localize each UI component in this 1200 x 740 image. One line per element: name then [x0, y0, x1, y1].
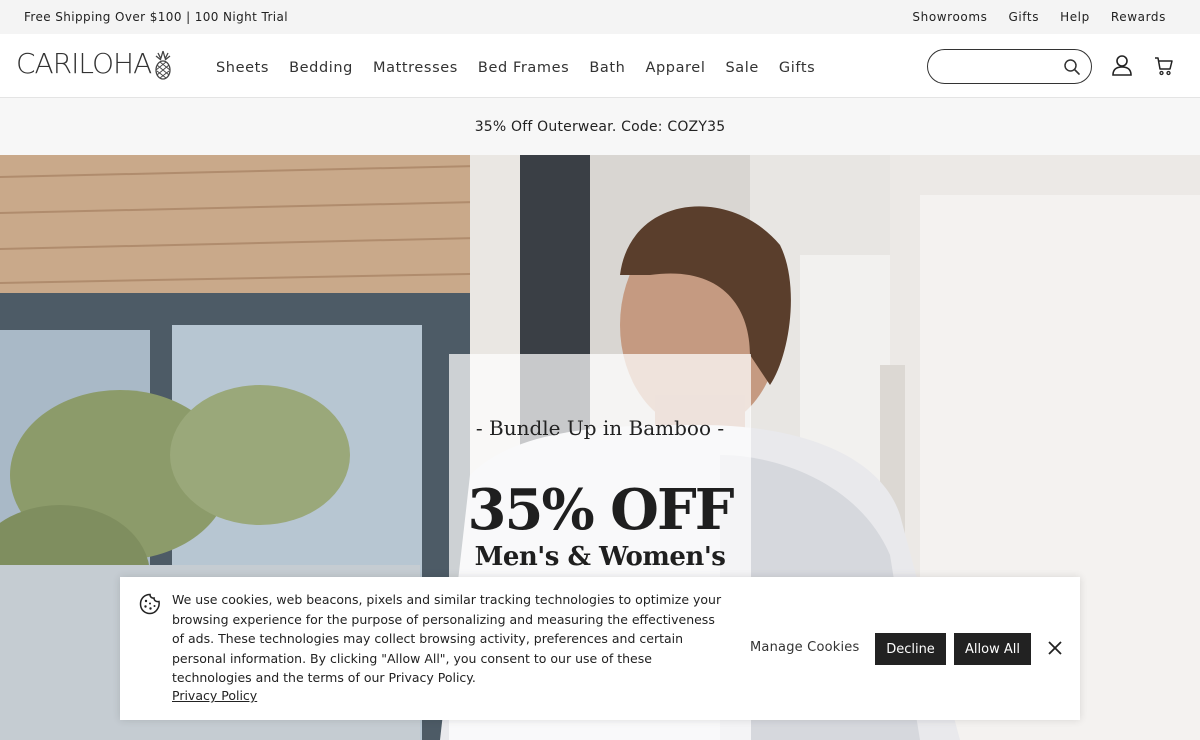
search-box — [927, 49, 1092, 84]
cookie-icon — [139, 593, 160, 615]
pineapple-icon — [155, 50, 171, 80]
nav-mattresses[interactable]: Mattresses — [373, 60, 458, 76]
cookie-message: We use cookies, web beacons, pixels and … — [172, 592, 722, 686]
nav-gifts[interactable]: Gifts — [779, 60, 815, 76]
utility-link-rewards[interactable]: Rewards — [1111, 10, 1166, 24]
nav-bedding[interactable]: Bedding — [289, 60, 353, 76]
close-icon[interactable] — [1047, 640, 1063, 656]
search-input[interactable] — [942, 57, 1062, 77]
utility-link-help[interactable]: Help — [1060, 10, 1090, 24]
logo[interactable]: CARILOHA — [16, 48, 173, 80]
utility-link-gifts[interactable]: Gifts — [1008, 10, 1039, 24]
privacy-policy-link[interactable]: Privacy Policy — [172, 688, 257, 703]
nav-bed-frames[interactable]: Bed Frames — [478, 60, 569, 76]
hero-subheadline: Men's & Women's — [474, 542, 726, 572]
manage-cookies-button[interactable]: Manage Cookies — [750, 640, 859, 655]
cookie-banner: We use cookies, web beacons, pixels and … — [120, 577, 1080, 720]
logo-text: CARILOHA — [16, 47, 152, 80]
decline-button[interactable]: Decline — [875, 633, 946, 665]
search-icon[interactable] — [1063, 58, 1081, 76]
allow-all-button[interactable]: Allow All — [954, 633, 1031, 665]
utility-link-showrooms[interactable]: Showrooms — [912, 10, 987, 24]
nav-sale[interactable]: Sale — [725, 60, 758, 76]
site-header: CARILOHA Sheets Bedding Mattresses Bed F… — [0, 34, 1200, 98]
nav-bath[interactable]: Bath — [589, 60, 625, 76]
promo-bar[interactable]: 35% Off Outerwear. Code: COZY35 — [0, 98, 1200, 155]
cart-icon[interactable] — [1154, 56, 1174, 76]
utility-links: Showrooms Gifts Help Rewards — [912, 10, 1166, 24]
hero-headline: 35% OFF — [467, 477, 735, 543]
nav-apparel[interactable]: Apparel — [645, 60, 705, 76]
shipping-promo-text: Free Shipping Over $100 | 100 Night Tria… — [24, 10, 289, 24]
promo-bar-text: 35% Off Outerwear. Code: COZY35 — [474, 119, 726, 135]
account-icon[interactable] — [1111, 54, 1133, 76]
utility-bar: Free Shipping Over $100 | 100 Night Tria… — [0, 0, 1200, 34]
hero-eyebrow: - Bundle Up in Bamboo - — [475, 416, 725, 440]
main-nav: Sheets Bedding Mattresses Bed Frames Bat… — [216, 60, 815, 76]
nav-sheets[interactable]: Sheets — [216, 60, 269, 76]
